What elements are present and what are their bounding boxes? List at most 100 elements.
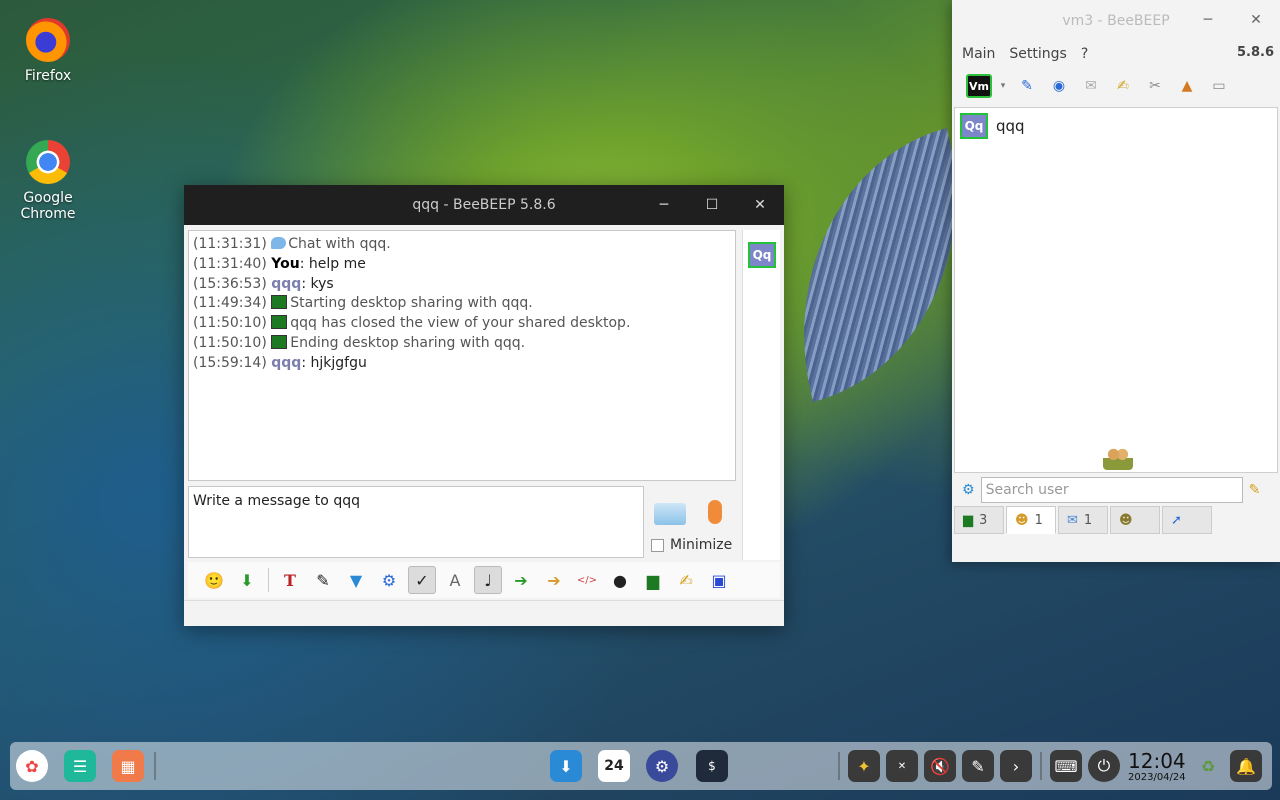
beebeep-tray-icon[interactable]: ✦ bbox=[848, 750, 880, 782]
launcher-icon[interactable]: ✿ bbox=[16, 750, 48, 782]
share-folder-icon[interactable]: ▲ bbox=[1174, 73, 1200, 99]
desktop-icon-firefox[interactable]: Firefox bbox=[0, 18, 96, 84]
chat-members-panel bbox=[742, 230, 780, 560]
firefox-icon bbox=[26, 18, 70, 62]
menu-help[interactable]: ? bbox=[1081, 46, 1088, 62]
chat-window: qqq - BeeBEEP 5.8.6 ─ ☐ ✕ (11:31:31) Cha… bbox=[184, 185, 784, 626]
spellcheck-icon[interactable]: ✓ bbox=[408, 566, 436, 594]
screen-share-icon[interactable]: ▆ bbox=[639, 566, 667, 594]
html-icon[interactable]: </> bbox=[573, 566, 601, 594]
keyboard-icon[interactable]: ⌨ bbox=[1050, 750, 1082, 782]
taskbar-separator bbox=[1040, 752, 1042, 780]
network-disconnected-icon[interactable]: ✕ bbox=[886, 750, 918, 782]
chat-message: (11:49:34) Starting desktop sharing with… bbox=[193, 295, 533, 312]
folder-send-icon[interactable]: ➔ bbox=[540, 566, 568, 594]
minimize-button[interactable]: ─ bbox=[640, 185, 688, 225]
notes-icon[interactable]: ✍ bbox=[672, 566, 700, 594]
edit-profile-icon[interactable]: ✎ bbox=[1014, 73, 1040, 99]
main-window-title: vm3 - BeeBEEP bbox=[1062, 13, 1170, 29]
workspace-icon[interactable]: ▦ bbox=[112, 750, 144, 782]
main-window: vm3 - BeeBEEP ─ ✕ Main Settings ? 5.8.6 … bbox=[952, 0, 1280, 562]
write-icon[interactable]: ✍ bbox=[1110, 73, 1136, 99]
network-icon[interactable]: ◉ bbox=[1046, 73, 1072, 99]
notification-icon[interactable]: 🔔 bbox=[1230, 750, 1262, 782]
main-titlebar[interactable]: vm3 - BeeBEEP ─ ✕ bbox=[952, 0, 1280, 42]
filter-icon[interactable]: ▼ bbox=[342, 566, 370, 594]
chat-message: (11:50:10) qqq has closed the view of yo… bbox=[193, 315, 631, 332]
emoticon-icon[interactable]: 🙂 bbox=[200, 566, 228, 594]
clock-date: 2023/04/24 bbox=[1128, 772, 1186, 783]
chevron-down-icon[interactable]: ▾ bbox=[998, 73, 1008, 99]
close-button[interactable]: ✕ bbox=[736, 185, 784, 225]
desktop-icon-chrome[interactable]: Google Chrome bbox=[0, 140, 96, 222]
chrome-icon bbox=[26, 140, 70, 184]
send-message-icon[interactable] bbox=[654, 503, 686, 525]
minimize-label: Minimize bbox=[670, 537, 733, 553]
desktop-share-icon bbox=[271, 295, 288, 310]
camera-icon[interactable]: ● bbox=[606, 566, 634, 594]
microphone-icon[interactable] bbox=[708, 500, 722, 524]
status-button[interactable]: Vm bbox=[966, 74, 992, 98]
tab-shares[interactable]: ➚ bbox=[1162, 506, 1212, 534]
settings-icon[interactable]: ⚙ bbox=[962, 482, 975, 498]
search-input[interactable]: Search user bbox=[980, 477, 1243, 503]
chat-titlebar[interactable]: qqq - BeeBEEP 5.8.6 ─ ☐ ✕ bbox=[184, 185, 784, 225]
tab-chats[interactable]: ✉ 1 bbox=[1058, 506, 1108, 534]
clear-search-icon[interactable]: ✎ bbox=[1249, 482, 1261, 498]
chat-icon: ✉ bbox=[1067, 512, 1078, 528]
desktop-icon-label: Google Chrome bbox=[20, 190, 76, 222]
minimize-option[interactable]: Minimize bbox=[651, 537, 732, 553]
search-row: ⚙ Search user ✎ bbox=[954, 476, 1278, 504]
share-icon: ➚ bbox=[1171, 512, 1182, 528]
download-icon[interactable]: ⬇ bbox=[233, 566, 261, 594]
screen-icon: ▆ bbox=[963, 512, 973, 528]
chevron-right-icon[interactable]: › bbox=[1000, 750, 1032, 782]
color-icon[interactable]: ✎ bbox=[309, 566, 337, 594]
calendar-icon[interactable]: 24 bbox=[598, 750, 630, 782]
trash-icon[interactable]: ♻ bbox=[1192, 750, 1224, 782]
font-icon[interactable]: T bbox=[276, 566, 304, 594]
menu-main[interactable]: Main bbox=[962, 46, 995, 62]
chat-log[interactable]: (11:31:31) Chat with qqq. (11:31:40) You… bbox=[188, 230, 736, 481]
clock[interactable]: 12:04 2023/04/24 bbox=[1128, 750, 1186, 784]
font-box-icon[interactable]: A bbox=[441, 566, 469, 594]
group-icon: ☻ bbox=[1119, 512, 1133, 528]
chat-message: (11:31:31) Chat with qqq. bbox=[193, 236, 391, 252]
version-label: 5.8.6 bbox=[1236, 45, 1274, 60]
users-icon bbox=[1103, 446, 1133, 470]
multitask-view-icon[interactable]: ☰ bbox=[64, 750, 96, 782]
tab-screen[interactable]: ▆ 3 bbox=[954, 506, 1004, 534]
member-avatar[interactable]: Qq bbox=[748, 242, 776, 268]
control-center-icon[interactable]: ⚙ bbox=[646, 750, 678, 782]
minimize-button[interactable]: ─ bbox=[1184, 0, 1232, 40]
menu-settings[interactable]: Settings bbox=[1009, 46, 1066, 62]
save-icon[interactable]: ▣ bbox=[705, 566, 733, 594]
chat-message: (11:31:40) You: help me bbox=[193, 255, 366, 272]
main-tabs: ▆ 3 ☻ 1 ✉ 1 ☻ ➚ bbox=[952, 506, 1212, 534]
terminal-icon[interactable]: $ bbox=[696, 750, 728, 782]
user-list-item[interactable]: Qq qqq bbox=[960, 113, 1025, 139]
chat-message: (15:59:14) qqq: hjkjgfgu bbox=[193, 354, 367, 371]
pen-icon[interactable]: ✎ bbox=[962, 750, 994, 782]
minimize-checkbox[interactable] bbox=[651, 538, 664, 552]
music-note-icon[interactable]: ♩ bbox=[474, 566, 502, 594]
inbox-icon[interactable]: ✉ bbox=[1078, 73, 1104, 99]
trash-icon[interactable]: ▭ bbox=[1206, 73, 1232, 99]
volume-muted-icon[interactable]: 🔇 bbox=[924, 750, 956, 782]
chat-window-title: qqq - BeeBEEP 5.8.6 bbox=[412, 197, 556, 213]
main-toolbar: Vm ▾ ✎ ◉ ✉ ✍ ✂ ▲ ▭ bbox=[952, 66, 1280, 106]
app-store-icon[interactable]: ⬇ bbox=[550, 750, 582, 782]
close-button[interactable]: ✕ bbox=[1232, 0, 1280, 40]
settings-icon[interactable]: ⚙ bbox=[375, 566, 403, 594]
toolbar-separator bbox=[268, 568, 269, 592]
maximize-button[interactable]: ☐ bbox=[688, 185, 736, 225]
desktop-share-icon bbox=[271, 315, 288, 330]
power-icon[interactable]: ⏻ bbox=[1088, 750, 1120, 782]
file-send-icon[interactable]: ➔ bbox=[507, 566, 535, 594]
tab-groups[interactable]: ☻ bbox=[1110, 506, 1160, 534]
tools-icon[interactable]: ✂ bbox=[1142, 73, 1168, 99]
chat-message: (11:50:10) Ending desktop sharing with q… bbox=[193, 334, 526, 351]
tab-users[interactable]: ☻ 1 bbox=[1006, 506, 1056, 534]
message-input[interactable]: Write a message to qqq bbox=[188, 486, 644, 558]
user-list[interactable]: Qq qqq bbox=[954, 107, 1278, 473]
